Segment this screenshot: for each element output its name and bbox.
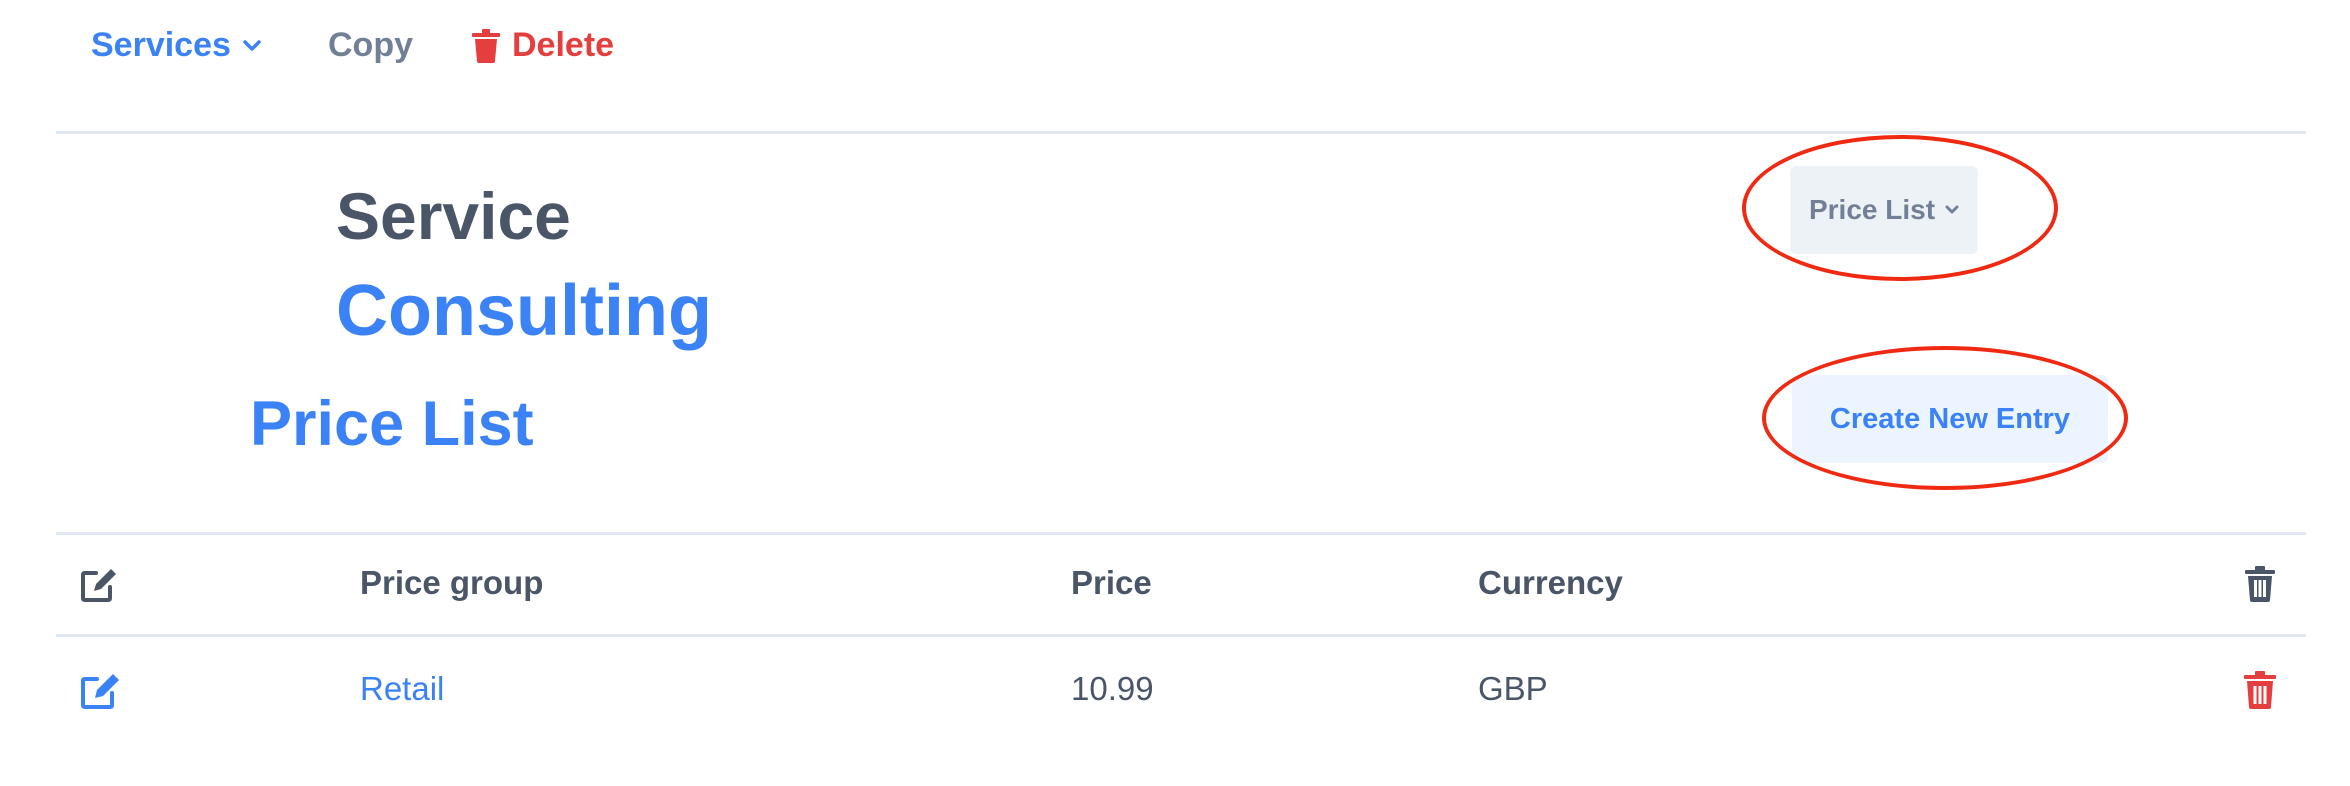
top-divider xyxy=(56,131,2306,134)
section-title: Price List xyxy=(250,389,534,459)
trash-icon xyxy=(2245,566,2275,602)
column-header-price[interactable]: Price xyxy=(1071,564,1152,602)
services-label: Services xyxy=(91,26,231,64)
entity-type-title: Service xyxy=(336,179,571,253)
annotation-circle-create-entry xyxy=(1762,346,2128,490)
column-header-currency[interactable]: Currency xyxy=(1478,564,1623,602)
trash-icon xyxy=(472,28,500,63)
table-row-price: 10.99 xyxy=(1071,670,1154,707)
delete-label: Delete xyxy=(512,26,615,64)
row-trash-icon[interactable] xyxy=(2244,671,2276,709)
chevron-down-icon xyxy=(243,39,261,52)
column-header-price-group[interactable]: Price group xyxy=(360,564,543,602)
edit-icon xyxy=(80,567,118,603)
table-top-divider xyxy=(56,532,2306,535)
copy-label: Copy xyxy=(328,26,413,64)
copy-button[interactable]: Copy xyxy=(328,26,413,65)
table-row-currency: GBP xyxy=(1478,670,1548,707)
table-header-divider xyxy=(56,634,2306,637)
table-row-price-group-link[interactable]: Retail xyxy=(360,670,444,708)
row-edit-icon[interactable] xyxy=(80,672,122,710)
entity-name-title: Consulting xyxy=(336,271,712,351)
annotation-circle-price-list xyxy=(1742,135,2058,281)
services-menu[interactable]: Services xyxy=(91,26,261,65)
delete-button[interactable]: Delete xyxy=(472,26,614,65)
